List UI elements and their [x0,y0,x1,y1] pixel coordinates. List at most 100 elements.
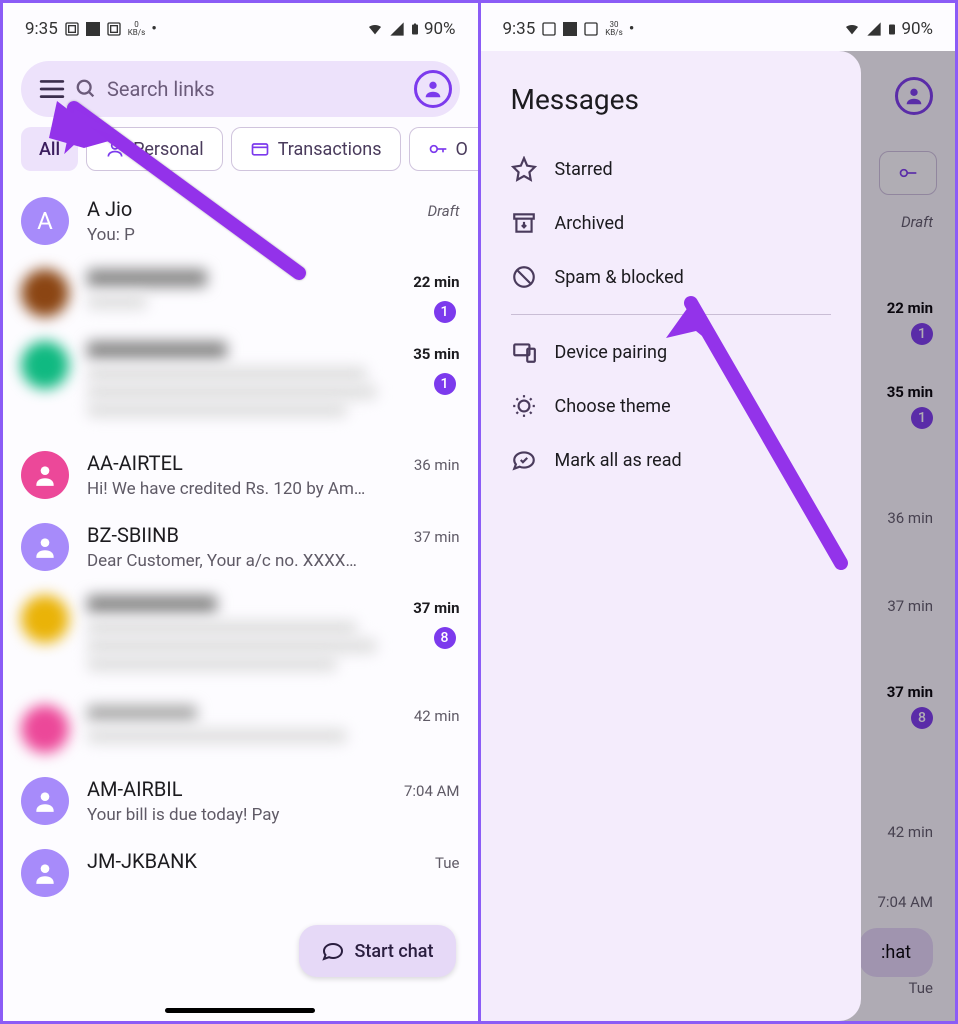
conv-time: 22 min [413,273,459,291]
block-icon [511,264,537,290]
battery-pct: 90% [424,19,456,39]
conv-time: 35 min [413,345,459,363]
avatar [21,523,69,571]
conv-time: Tue [435,854,459,872]
conv-preview [87,367,367,381]
status-kbps: 30KB/s [605,21,622,37]
wifi-icon [365,21,385,37]
status-kbps: 0KB/s [128,21,145,37]
chip-transactions[interactable]: Transactions [231,127,401,171]
conv-name [87,341,227,359]
status-time: 9:35 [25,19,58,39]
conv-name [87,705,197,721]
hamburger-button[interactable] [35,72,69,106]
drawer-markread[interactable]: Mark all as read [493,433,849,487]
theme-icon [511,393,537,419]
start-chat-fab[interactable]: Start chat [299,925,456,977]
chip-all[interactable]: All [21,127,78,171]
status-dot: • [151,19,157,39]
conv-preview: Hi! We have credited Rs. 120 by Ama... [87,479,367,499]
unread-badge: 8 [434,627,456,649]
fab-label: Start chat [355,941,434,962]
status-icon [541,21,557,37]
drawer-title: Messages [511,83,831,116]
conv-name: AA-AIRTEL [87,451,183,475]
status-icon [64,21,80,37]
archive-icon [511,210,537,236]
avatar [21,705,69,753]
search-icon [75,78,97,100]
profile-button[interactable] [414,70,452,108]
conv-name: BZ-SBIINB [87,523,179,547]
drawer-theme[interactable]: Choose theme [493,379,849,433]
conv-name: AM-AIRBIL [87,777,183,801]
conv-preview [87,621,357,635]
status-icon [86,22,100,36]
filter-chips: All Personal Transactions O [3,127,478,171]
unread-badge: 1 [434,373,456,395]
battery-pct: 90% [901,19,933,39]
status-bar: 9:35 0KB/s • 90% [3,3,478,51]
conversation-item[interactable]: JM-JKBANK Tue [3,837,478,909]
conv-time: Draft [428,202,460,220]
drawer-pairing[interactable]: Device pairing [493,325,849,379]
search-placeholder: Search links [107,77,414,101]
avatar [21,269,69,317]
conv-preview: Dear Customer, Your a/c no. XXXXXX... [87,551,367,571]
conversation-item[interactable]: BZ-SBIINB 37 min Dear Customer, Your a/c … [3,511,478,583]
search-bar[interactable]: Search links [21,61,460,117]
drawer-archived[interactable]: Archived [493,196,849,250]
conversation-item[interactable]: AM-AIRBIL 7:04 AM Your bill is due today!… [3,765,478,837]
conv-name: A Jio [87,197,132,221]
drawer-divider [511,314,831,315]
avatar [21,341,69,389]
conversation-item[interactable]: 42 min [3,693,478,765]
unread-badge: 1 [434,301,456,323]
chip-otp[interactable]: O [409,127,478,171]
conv-preview [87,729,347,743]
chip-personal[interactable]: Personal [86,127,223,171]
drawer-spam[interactable]: Spam & blocked [493,250,849,304]
conversation-item[interactable]: AA-AIRTEL 36 min Hi! We have credited Rs.… [3,439,478,511]
home-indicator[interactable] [165,1008,315,1013]
status-icon [106,21,122,37]
phone-right: 9:35 30KB/s • 90% Draft 22 min 1 35 min … [478,3,956,1021]
markread-icon [511,447,537,473]
conv-name [87,595,217,613]
battery-icon [409,20,421,38]
conv-preview [87,295,147,309]
status-time: 9:35 [503,19,536,39]
conv-time: 37 min [413,599,459,617]
status-icon [563,22,577,36]
conversation-item[interactable]: A A Jio Draft You: P [3,185,478,257]
signal-icon [388,21,406,37]
conv-time: 42 min [414,707,460,725]
avatar: A [21,197,69,245]
status-bar: 9:35 30KB/s • 90% [481,3,956,51]
star-icon [511,156,537,182]
conversation-list: A A Jio Draft You: P 22 min 1 35 min [3,185,478,909]
avatar [21,451,69,499]
conversation-item[interactable]: 22 min 1 [3,257,478,329]
conversation-item[interactable]: 37 min 8 [3,583,478,693]
conversation-item[interactable]: 35 min 1 [3,329,478,439]
wifi-icon [842,21,862,37]
conv-name [87,269,207,287]
avatar [21,777,69,825]
conv-name: JM-JKBANK [87,849,197,873]
drawer-starred[interactable]: Starred [493,142,849,196]
avatar [21,595,69,643]
devices-icon [511,339,537,365]
status-icon [583,21,599,37]
conv-time: 36 min [414,456,460,474]
signal-icon [865,21,883,37]
chat-icon [321,939,345,963]
conv-preview: Your bill is due today! Pay [87,805,367,825]
avatar [21,849,69,897]
conv-time: 7:04 AM [404,782,460,800]
conv-time: 37 min [414,528,460,546]
conv-preview: You: P [87,225,367,245]
nav-drawer: Messages Starred Archived Spam & blocked… [481,51,861,1021]
phone-left: 9:35 0KB/s • 90% Search links All Person… [3,3,478,1021]
battery-icon [886,20,898,38]
